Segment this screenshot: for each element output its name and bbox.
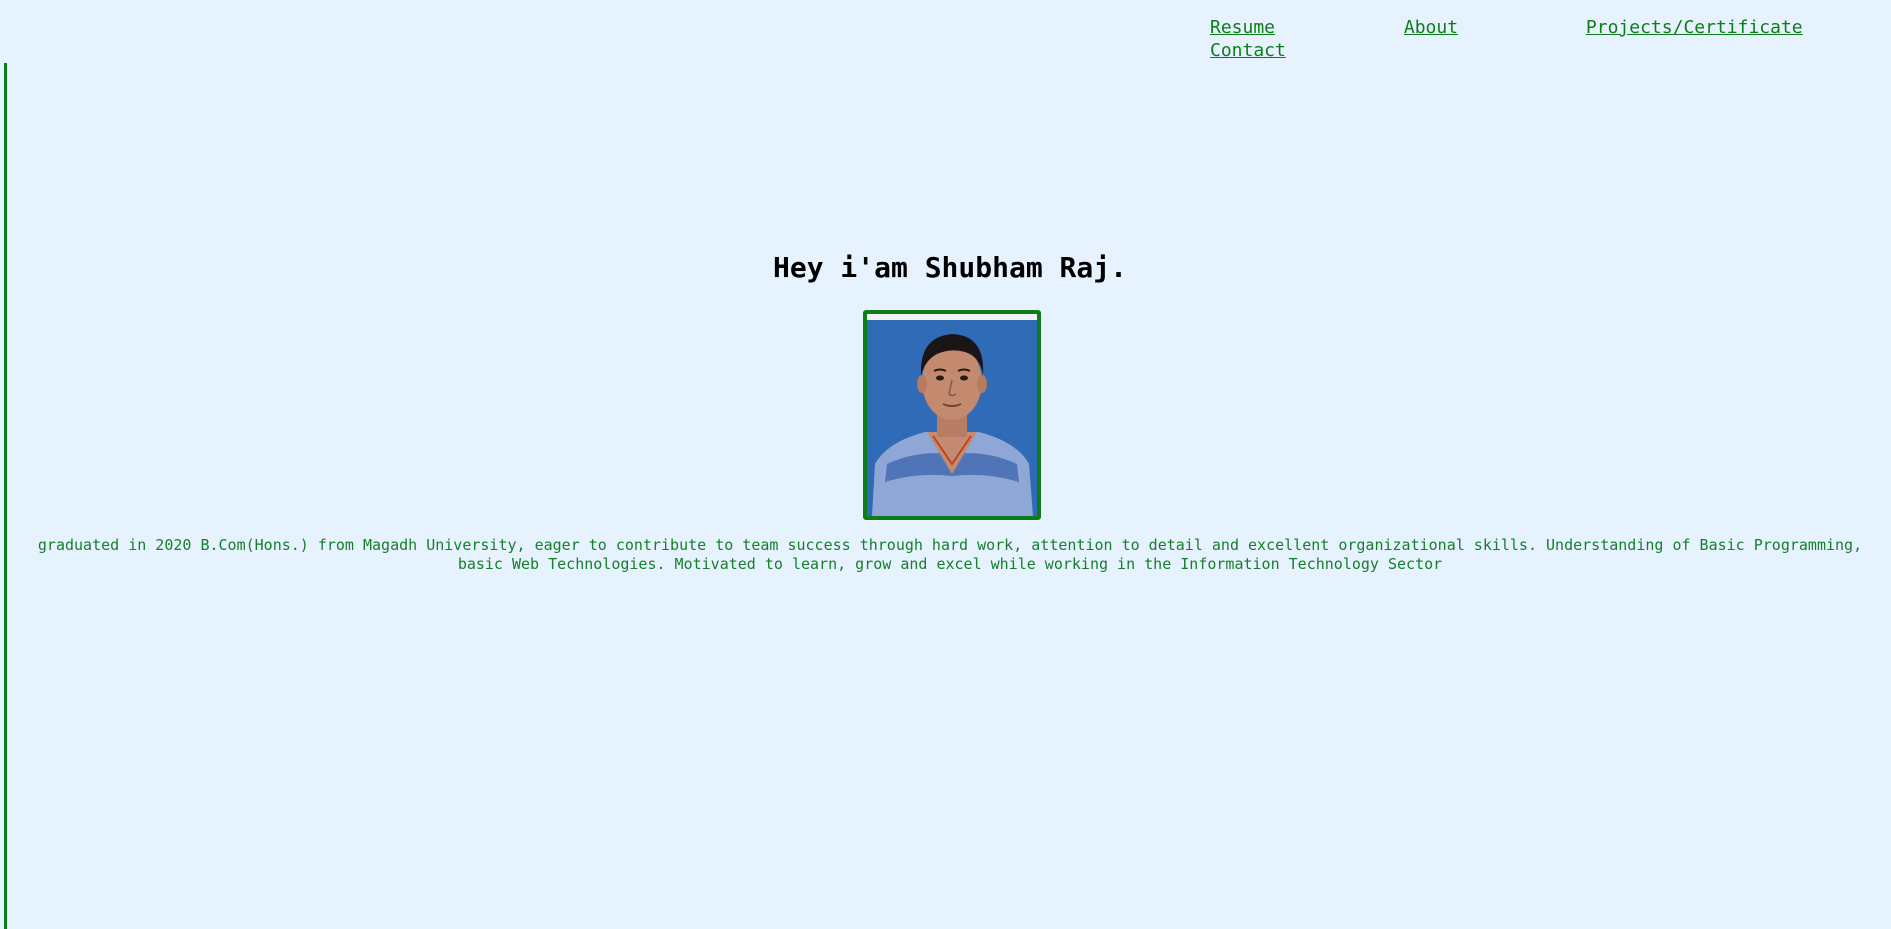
nav-contact-link[interactable]: Contact: [1210, 39, 1850, 62]
nav-resume-link[interactable]: Resume: [1210, 16, 1275, 39]
hero-title: Hey i'am Shubham Raj.: [772, 251, 1127, 284]
left-border-line: [4, 63, 7, 929]
profile-photo-image: [867, 314, 1037, 516]
bio-text: graduated in 2020 B.Com(Hons.) from Maga…: [37, 536, 1863, 573]
nav-projects-link[interactable]: Projects/Certificate: [1586, 16, 1803, 39]
page: Resume About Projects/Certificate Contac…: [0, 0, 1891, 929]
top-nav: Resume About Projects/Certificate Contac…: [1210, 16, 1850, 62]
nav-about-link[interactable]: About: [1404, 16, 1458, 39]
profile-photo: [863, 310, 1041, 520]
